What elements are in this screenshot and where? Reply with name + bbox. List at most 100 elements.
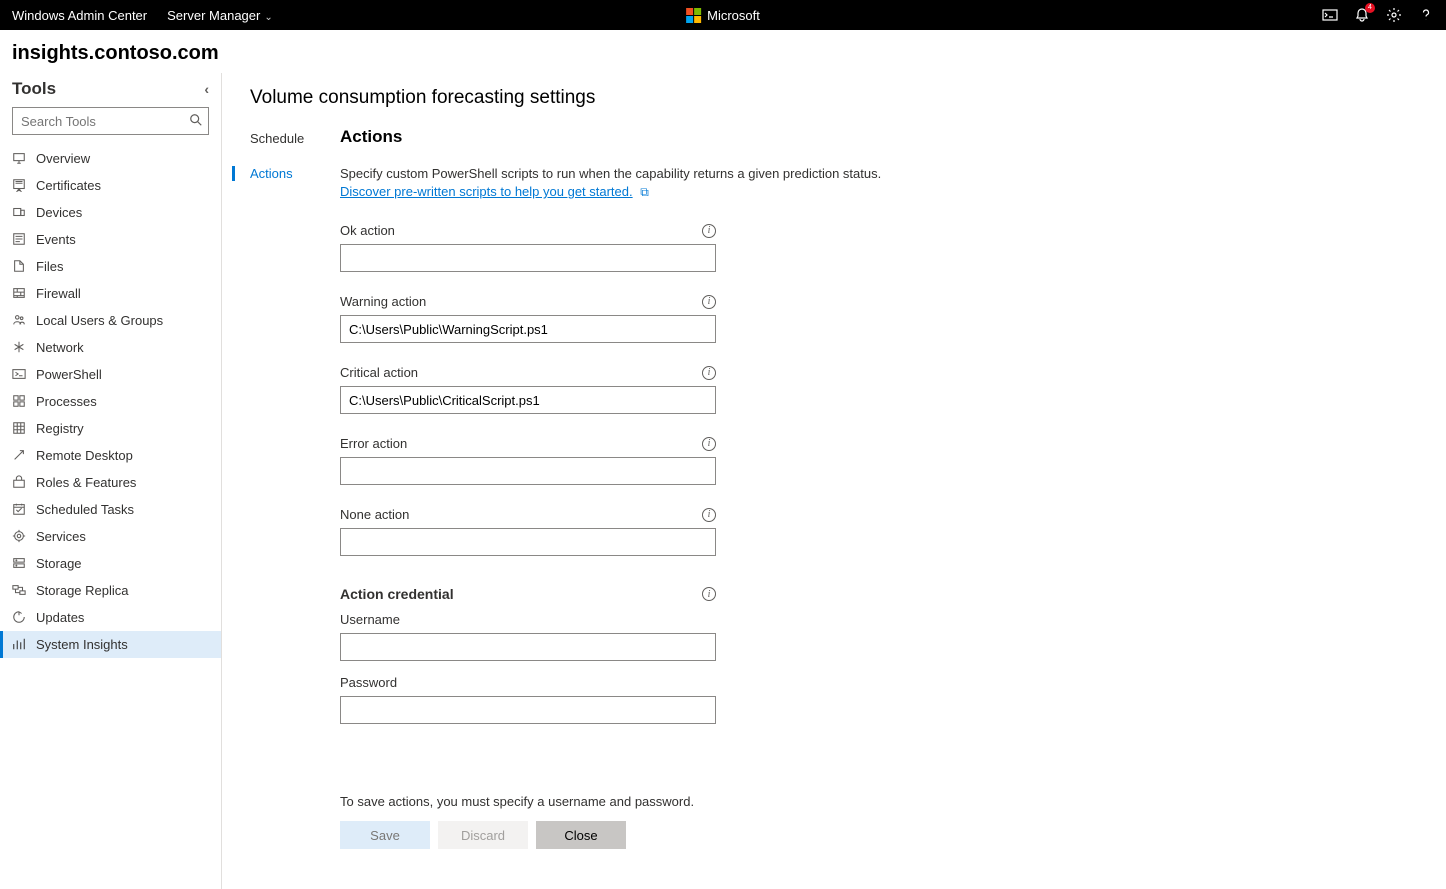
top-bar: Windows Admin Center Server Manager⌄ Mic…	[0, 0, 1446, 30]
sidebar-item-remote-desktop[interactable]: Remote Desktop	[0, 442, 221, 469]
sidebar-item-services[interactable]: Services	[0, 523, 221, 550]
none-action-label: None action	[340, 507, 409, 522]
info-icon[interactable]: i	[702, 587, 716, 601]
discover-scripts-link[interactable]: Discover pre-written scripts to help you…	[340, 184, 633, 199]
certificate-icon	[12, 178, 28, 194]
sidebar-item-label: Registry	[36, 421, 84, 436]
storage-icon	[12, 556, 28, 572]
sidebar-item-label: Storage	[36, 556, 82, 571]
devices-icon	[12, 205, 28, 221]
sidebar-item-label: Overview	[36, 151, 90, 166]
sidebar-item-storage[interactable]: Storage	[0, 550, 221, 577]
sidebar-item-processes[interactable]: Processes	[0, 388, 221, 415]
updates-icon	[12, 610, 28, 626]
app-name[interactable]: Windows Admin Center	[12, 8, 147, 23]
sidebar-item-label: PowerShell	[36, 367, 102, 382]
credential-heading: Action credential	[340, 586, 454, 602]
microsoft-logo-icon	[686, 8, 701, 23]
sidebar-item-label: Storage Replica	[36, 583, 129, 598]
tool-list: Overview Certificates Devices Events Files Fi…	[0, 145, 221, 658]
sidebar-item-label: Updates	[36, 610, 84, 625]
processes-icon	[12, 394, 28, 410]
users-icon	[12, 313, 28, 329]
sidebar-item-scheduled-tasks[interactable]: Scheduled Tasks	[0, 496, 221, 523]
sidebar-item-label: Remote Desktop	[36, 448, 133, 463]
sidebar-item-registry[interactable]: Registry	[0, 415, 221, 442]
sidebar-item-label: Devices	[36, 205, 82, 220]
sidebar-item-label: Firewall	[36, 286, 81, 301]
events-icon	[12, 232, 28, 248]
files-icon	[12, 259, 28, 275]
sidebar-item-label: Scheduled Tasks	[36, 502, 134, 517]
sidebar-item-devices[interactable]: Devices	[0, 199, 221, 226]
sidebar-item-local-users-groups[interactable]: Local Users & Groups	[0, 307, 221, 334]
error-action-label: Error action	[340, 436, 407, 451]
help-icon[interactable]	[1418, 7, 1434, 23]
discard-button[interactable]: Discard	[438, 821, 528, 849]
settings-tabs: Schedule Actions	[250, 127, 314, 849]
none-action-input[interactable]	[340, 528, 716, 556]
sidebar-item-powershell[interactable]: PowerShell	[0, 361, 221, 388]
sidebar: Tools ‹ Overview Certificates Devices Event…	[0, 73, 222, 889]
sidebar-item-events[interactable]: Events	[0, 226, 221, 253]
registry-icon	[12, 421, 28, 437]
sidebar-item-label: Certificates	[36, 178, 101, 193]
sidebar-item-label: Roles & Features	[36, 475, 136, 490]
tab-actions[interactable]: Actions	[250, 166, 314, 181]
remote-icon	[12, 448, 28, 464]
settings-icon[interactable]	[1386, 7, 1402, 23]
chevron-down-icon: ⌄	[264, 12, 272, 23]
roles-icon	[12, 475, 28, 491]
sidebar-item-system-insights[interactable]: System Insights	[0, 631, 221, 658]
tasks-icon	[12, 502, 28, 518]
notifications-icon[interactable]: 4	[1354, 7, 1370, 23]
sidebar-item-certificates[interactable]: Certificates	[0, 172, 221, 199]
search-tools-input[interactable]	[12, 107, 209, 135]
sidebar-item-overview[interactable]: Overview	[0, 145, 221, 172]
ok-action-input[interactable]	[340, 244, 716, 272]
info-icon[interactable]: i	[702, 437, 716, 451]
sidebar-item-roles-features[interactable]: Roles & Features	[0, 469, 221, 496]
save-button[interactable]: Save	[340, 821, 430, 849]
brand: Microsoft	[686, 8, 760, 23]
ok-action-label: Ok action	[340, 223, 395, 238]
info-icon[interactable]: i	[702, 508, 716, 522]
sidebar-item-label: Events	[36, 232, 76, 247]
warning-action-input[interactable]	[340, 315, 716, 343]
sidebar-item-files[interactable]: Files	[0, 253, 221, 280]
info-icon[interactable]: i	[702, 295, 716, 309]
section-description: Specify custom PowerShell scripts to run…	[340, 165, 1100, 201]
info-icon[interactable]: i	[702, 366, 716, 380]
network-icon	[12, 340, 28, 356]
critical-action-label: Critical action	[340, 365, 418, 380]
sidebar-item-storage-replica[interactable]: Storage Replica	[0, 577, 221, 604]
close-button[interactable]: Close	[536, 821, 626, 849]
section-heading: Actions	[340, 127, 1100, 147]
password-input[interactable]	[340, 696, 716, 724]
save-note: To save actions, you must specify a user…	[340, 794, 1100, 809]
collapse-icon[interactable]: ‹	[204, 81, 209, 97]
info-icon[interactable]: i	[702, 224, 716, 238]
sidebar-item-label: Local Users & Groups	[36, 313, 163, 328]
sidebar-item-label: Network	[36, 340, 84, 355]
sidebar-item-firewall[interactable]: Firewall	[0, 280, 221, 307]
search-icon	[189, 113, 203, 130]
password-label: Password	[340, 675, 397, 690]
sidebar-item-updates[interactable]: Updates	[0, 604, 221, 631]
error-action-input[interactable]	[340, 457, 716, 485]
content-area: Volume consumption forecasting settings …	[222, 73, 1446, 889]
tools-heading: Tools	[12, 79, 56, 99]
tab-schedule[interactable]: Schedule	[250, 131, 314, 146]
host-name: insights.contoso.com	[0, 30, 1446, 73]
replica-icon	[12, 583, 28, 599]
page-title: Volume consumption forecasting settings	[250, 87, 1436, 109]
firewall-icon	[12, 286, 28, 302]
insights-icon	[12, 637, 28, 653]
console-icon[interactable]	[1322, 7, 1338, 23]
context-menu[interactable]: Server Manager⌄	[167, 8, 273, 23]
sidebar-item-network[interactable]: Network	[0, 334, 221, 361]
username-input[interactable]	[340, 633, 716, 661]
powershell-icon	[12, 367, 28, 383]
critical-action-input[interactable]	[340, 386, 716, 414]
external-link-icon: ⧉	[640, 185, 649, 199]
